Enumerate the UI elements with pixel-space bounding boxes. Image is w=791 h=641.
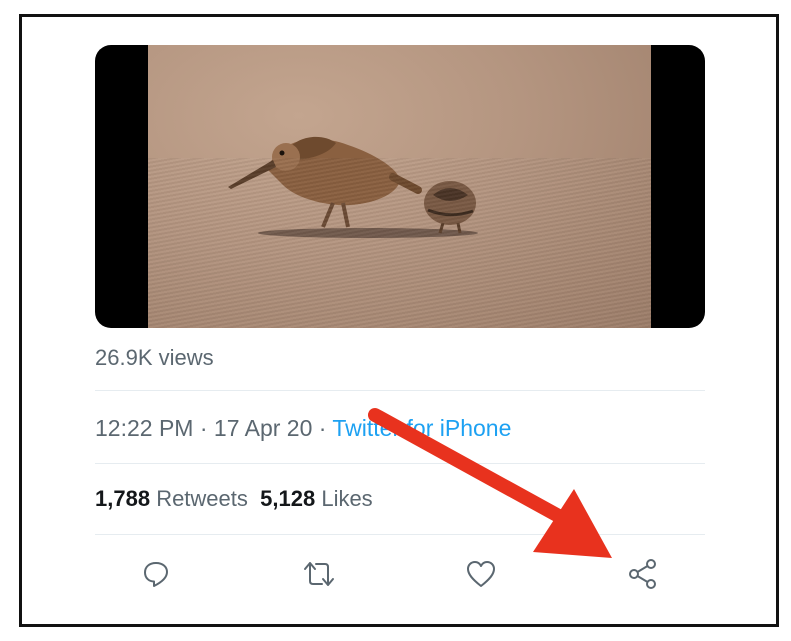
woodcock-birds-image xyxy=(228,136,478,238)
views-count: 26.9K views xyxy=(95,345,214,370)
tweet-source-link[interactable]: Twitter for iPhone xyxy=(332,415,511,441)
reply-icon xyxy=(144,562,168,587)
tweet-date: 17 Apr 20 xyxy=(213,415,313,441)
likes-link[interactable]: 5,128 Likes xyxy=(260,486,373,511)
retweet-button[interactable] xyxy=(301,556,337,592)
like-button[interactable] xyxy=(463,556,499,592)
divider xyxy=(95,534,705,535)
divider xyxy=(95,390,705,391)
likes-label: Likes xyxy=(321,486,373,511)
divider xyxy=(95,463,705,464)
share-icon xyxy=(629,559,656,589)
heart-icon xyxy=(467,561,495,587)
meta-separator: · xyxy=(193,415,214,441)
retweets-label: Retweets xyxy=(156,486,248,511)
retweets-count: 1,788 xyxy=(95,486,151,511)
share-button[interactable] xyxy=(625,556,661,592)
likes-count: 5,128 xyxy=(260,486,316,511)
retweet-icon xyxy=(304,562,334,586)
reply-button[interactable] xyxy=(138,556,174,592)
tweet-stats: 1,788 Retweets 5,128 Likes xyxy=(95,486,373,512)
video-frame xyxy=(148,45,651,328)
video-player[interactable] xyxy=(95,45,705,328)
retweets-link[interactable]: 1,788 Retweets xyxy=(95,486,248,511)
tweet-time: 12:22 PM xyxy=(95,415,194,441)
tweet-meta: 12:22 PM · 17 Apr 20 · Twitter for iPhon… xyxy=(95,415,511,442)
meta-separator: · xyxy=(312,415,333,441)
